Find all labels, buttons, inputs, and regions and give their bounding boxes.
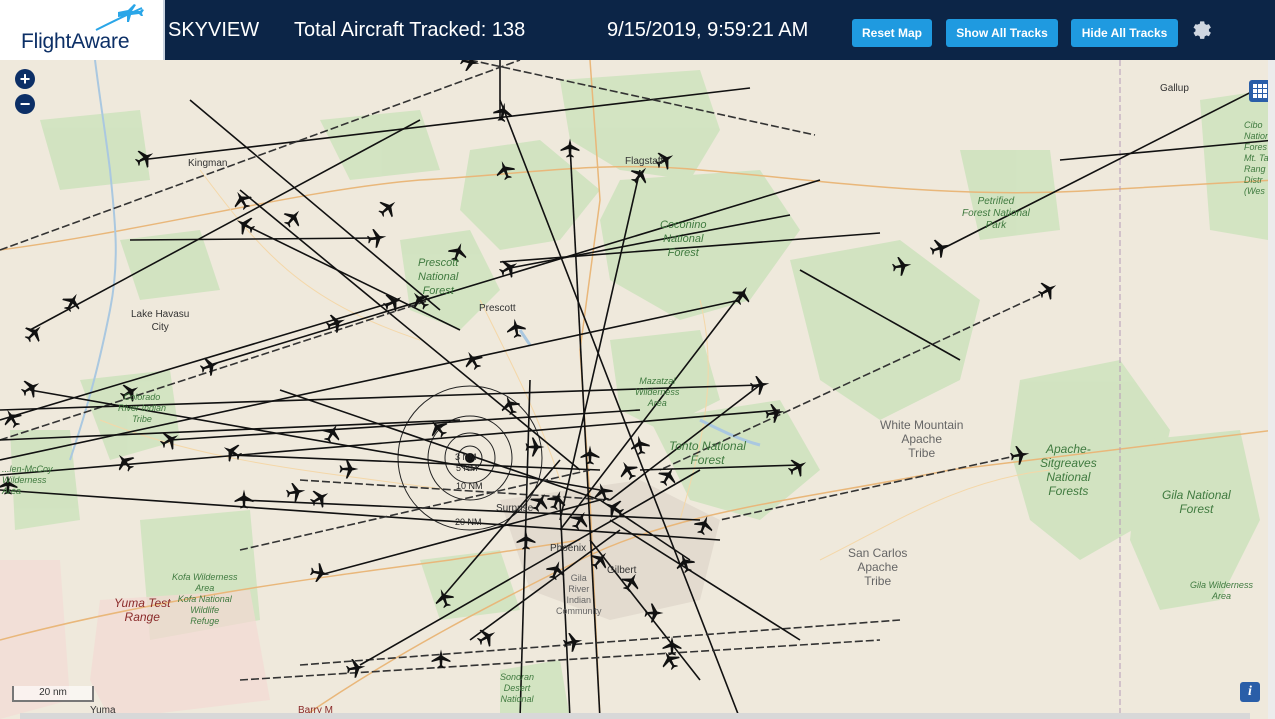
info-button[interactable]: i <box>1240 682 1260 702</box>
aircraft-count: Total Aircraft Tracked: 138 <box>294 19 526 41</box>
apache-sitgreaves-label: Apache- Sitgreaves National Forests <box>1040 442 1097 498</box>
zoom-in-button[interactable]: + <box>15 69 35 89</box>
city-phoenix: Phoenix <box>550 543 587 554</box>
map-view[interactable]: Kingman Lake Havasu City Prescott Flagst… <box>0 60 1275 719</box>
prescott-national-forest-label: Prescott National Forest <box>418 257 459 297</box>
logo-text: FlightAware <box>21 30 130 53</box>
show-all-tracks-button[interactable]: Show All Tracks <box>946 19 1058 47</box>
city-prescott: Prescott <box>479 303 516 314</box>
top-bar: FlightAware SKYVIEW Total Aircraft Track… <box>0 0 1275 60</box>
city-surprise: Surprise <box>496 503 534 514</box>
sonoran-desert-label: Sonoran Desert National <box>500 672 535 704</box>
vertical-scrollbar[interactable] <box>1268 60 1275 719</box>
date-time: 9/15/2019, 9:59:21 AM <box>607 19 809 41</box>
gila-river-community-label: Gila River Indian Community <box>556 573 602 616</box>
mazatzal-wilderness-label: Mazatzal Wilderness Area <box>635 376 680 408</box>
ring-label-3nm: 3 NM <box>455 452 477 462</box>
city-gallup: Gallup <box>1160 83 1189 94</box>
tonto-national-forest-label: Tonto National Forest <box>669 439 746 467</box>
ring-label-5nm: 5 NM <box>456 463 478 473</box>
zoom-out-button[interactable]: − <box>15 94 35 114</box>
colorado-river-tribe-label: Colorado River Indian Tribe <box>118 392 167 424</box>
ring-label-10nm: 10 NM <box>456 481 483 491</box>
hide-all-tracks-button[interactable]: Hide All Tracks <box>1071 19 1178 47</box>
horizontal-scrollbar[interactable] <box>20 713 1250 719</box>
petrified-forest-label: Petrified Forest National Park <box>962 196 1030 231</box>
gila-wilderness-label: Gila Wilderness Area <box>1190 580 1253 601</box>
app-title: SKYVIEW <box>168 19 260 41</box>
ring-label-20nm: 20 NM <box>455 517 482 527</box>
city-lake-havasu: Lake Havasu City <box>131 309 190 333</box>
coconino-national-forest-label: Coconino National Forest <box>660 219 707 259</box>
san-carlos-apache-label: San Carlos Apache Tribe <box>848 546 908 588</box>
city-kingman: Kingman <box>188 158 228 169</box>
scale-bar: 20 nm <box>12 686 94 702</box>
gila-national-forest-label: Gila National Forest <box>1162 488 1231 516</box>
settings-gear-icon[interactable] <box>1188 17 1212 41</box>
kofa-wilderness-label: Kofa Wilderness Area Kofa National Wildl… <box>172 572 238 626</box>
flightaware-logo[interactable]: FlightAware <box>0 0 165 60</box>
white-mountain-apache-label: White Mountain Apache Tribe <box>880 418 964 460</box>
swansea-wilderness-label: ...len-McCoy Wilderness Area <box>2 464 53 496</box>
reset-map-button[interactable]: Reset Map <box>852 19 932 47</box>
yuma-test-range-label: Yuma Test Range <box>114 596 171 624</box>
city-flagstaff: Flagstaff <box>625 156 664 167</box>
city-gilbert: Gilbert <box>607 565 637 576</box>
